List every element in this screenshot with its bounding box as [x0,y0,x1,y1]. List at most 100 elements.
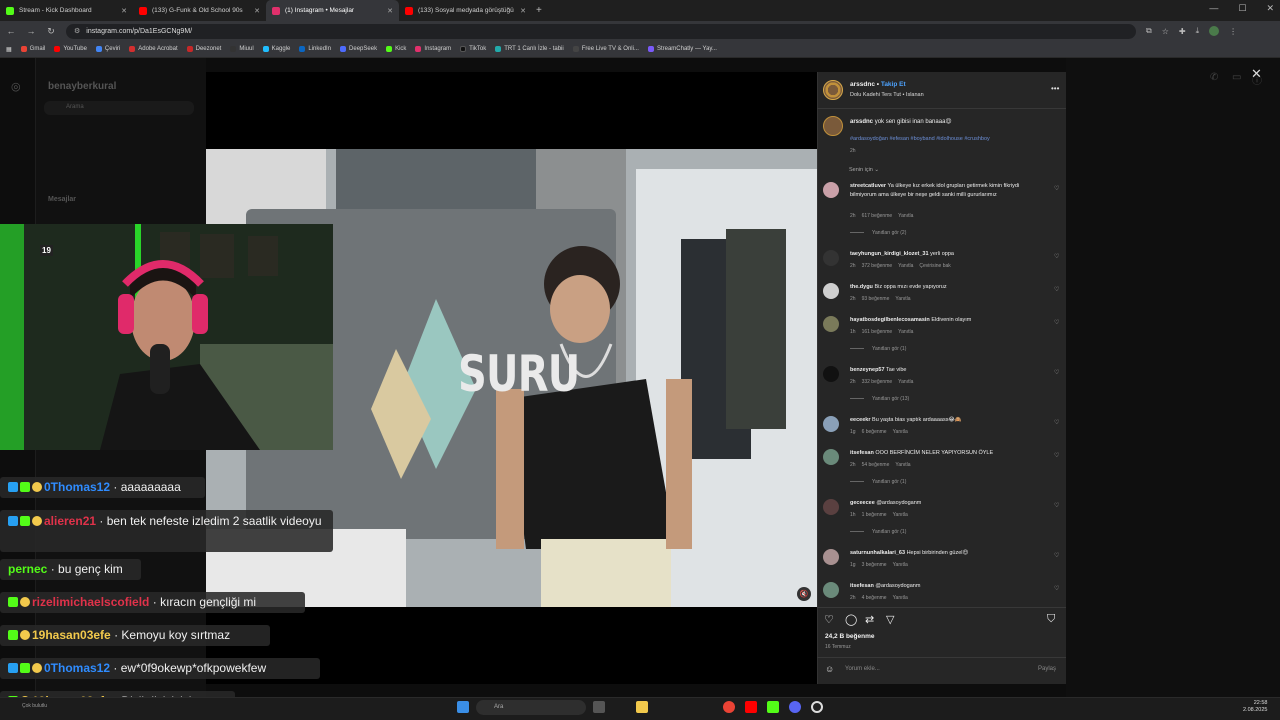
view-replies-button[interactable]: Yanıtları gör (2) [850,230,906,236]
commenter-avatar[interactable] [823,250,839,266]
like-heart-icon[interactable]: ♡ [824,613,834,626]
author-avatar[interactable] [823,80,843,100]
minimize-icon[interactable]: — [1209,3,1218,14]
comment-like-icon[interactable]: ♡ [1054,253,1059,260]
reply-button[interactable]: Yanıtla [893,512,908,518]
commenter-avatar[interactable] [823,549,839,565]
close-tab-icon[interactable]: ✕ [520,7,526,15]
close-modal-icon[interactable]: ✕ [1251,66,1262,82]
bookmark-streamchatly[interactable]: StreamChatly — Yay... [647,46,717,52]
commenter-avatar[interactable] [823,499,839,515]
commenter-username[interactable]: eeceekr [850,417,871,423]
comment-likes[interactable]: 3 beğenme [862,562,887,568]
forward-icon[interactable]: → [26,26,36,36]
browser-tab-youtube-news[interactable]: (133) Sosyal medyada görüştüğü ✕ [399,0,532,21]
reply-button[interactable]: Yanıtla [895,296,910,302]
extensions-icon[interactable]: ✚ [1179,27,1186,36]
comment-likes[interactable]: 93 beğenme [862,296,890,302]
commenter-username[interactable]: hayatbosdegilbenlecosamasin [850,317,930,323]
caption-avatar[interactable] [823,116,843,136]
comment-like-icon[interactable]: ♡ [1054,369,1059,376]
bookmark-kick[interactable]: Kick [386,46,406,52]
bookmark-translate[interactable]: Çeviri [95,46,120,52]
commenter-username[interactable]: geceecee [850,500,875,506]
reply-button[interactable]: Yanıtla [898,379,913,385]
commenter-username[interactable]: streetcatluver [850,183,886,189]
close-tab-icon[interactable]: ✕ [121,7,127,15]
comment-like-icon[interactable]: ♡ [1054,452,1059,459]
commenter-avatar[interactable] [823,582,839,598]
view-replies-button[interactable]: Yanıtları gör (1) [850,346,906,352]
comment-likes[interactable]: 54 beğenme [862,462,890,468]
bookmark-kaggle[interactable]: Kaggle [262,46,290,52]
instagram-logo-icon[interactable]: ◎ [11,80,21,93]
bookmark-instagram[interactable]: Instagram [415,46,451,52]
weather-widget[interactable]: Çok bulutlu [22,703,47,709]
comment-like-icon[interactable]: ♡ [1054,419,1059,426]
chrome-icon[interactable] [723,701,735,713]
commenter-username[interactable]: saturnunhalkalari_63 [850,550,905,556]
taskbar-search[interactable]: Ara [476,700,586,715]
bookmark-deepseek[interactable]: DeepSeek [340,46,377,52]
new-tab-button[interactable]: + [536,5,542,16]
commenter-avatar[interactable] [823,449,839,465]
more-options-icon[interactable]: ••• [1051,84,1059,93]
comment-like-icon[interactable]: ♡ [1054,319,1059,326]
start-windows-icon[interactable] [457,701,469,713]
view-replies-button[interactable]: Yanıtları gör (1) [850,529,906,535]
bookmark-deezonet[interactable]: Deezonet [186,46,221,52]
install-app-icon[interactable]: ⧉ [1146,26,1152,36]
menu-kebab-icon[interactable]: ⋮ [1229,27,1237,36]
maximize-icon[interactable]: ☐ [1238,3,1246,14]
reply-button[interactable]: Yanıtla [895,462,910,468]
profile-avatar[interactable] [1209,26,1220,36]
reply-button[interactable]: Yanıtla [898,213,913,219]
reply-button[interactable]: Yanıtla [898,263,913,269]
system-clock[interactable]: 22:58 2.08.2025 [1243,700,1267,714]
commenter-username[interactable]: benzeynep57 [850,367,885,373]
comment-bubble-icon[interactable]: ◯ [845,613,857,626]
repost-icon[interactable]: ⇄ [865,613,874,626]
instagram-username[interactable]: benayberkural [48,81,116,92]
bookmark-linkedin[interactable]: LinkedIn [299,46,331,52]
comment-like-icon[interactable]: ♡ [1054,185,1059,192]
apps-grid-icon[interactable]: ▦ [6,46,12,53]
audio-track[interactable]: Dolu Kadehi Ters Tut • Islanan [850,92,924,98]
downloads-icon[interactable]: ⤓ [1196,26,1200,36]
reply-button[interactable]: Yanıtla [893,562,908,568]
kick-app-icon[interactable] [767,701,779,713]
emoji-icon[interactable]: ☺ [825,664,834,674]
like-count[interactable]: 24,2 B beğenme [825,633,875,640]
youtube-app-icon[interactable] [745,701,757,713]
bookmark-miuul[interactable]: Miuul [230,46,254,52]
bookmark-acrobat[interactable]: Adobe Acrobat [129,46,178,52]
obs-icon[interactable] [811,701,823,713]
mute-icon[interactable]: 🔇 [797,587,811,601]
comment-likes[interactable]: 332 beğenme [862,379,893,385]
bookmark-star-icon[interactable]: ☆ [1162,27,1169,36]
commenter-username[interactable]: itsefesan [850,450,874,456]
call-icon[interactable]: ✆ [1210,72,1218,83]
messages-search-input[interactable]: Arama [44,101,194,115]
comment-likes[interactable]: 4 beğenme [862,595,887,601]
address-bar[interactable]: ⚙ instagram.com/p/Da1EsGCNg9M/ [66,23,1136,39]
save-bookmark-icon[interactable]: ⛉ [1047,613,1055,626]
commenter-avatar[interactable] [823,366,839,382]
comment-like-icon[interactable]: ♡ [1054,502,1059,509]
reload-icon[interactable]: ↻ [46,26,56,37]
reply-button[interactable]: Yanıtla [893,595,908,601]
post-comment-button[interactable]: Paylaş [1038,666,1056,672]
commenter-avatar[interactable] [823,283,839,299]
bookmark-freelivetv[interactable]: Free Live TV & Onli... [572,46,639,52]
discord-icon[interactable] [789,701,801,713]
commenter-username[interactable]: the.dygu [850,284,873,290]
bookmark-tiktok[interactable]: TikTok [460,46,486,52]
comment-like-icon[interactable]: ♡ [1054,552,1059,559]
see-translation-button[interactable]: Çevirisine bak [919,263,950,269]
browser-tab-youtube-gfunk[interactable]: (133) G-Funk & Old School 90s ✕ [133,0,266,21]
commenter-avatar[interactable] [823,416,839,432]
comment-likes[interactable]: 161 beğenme [862,329,893,335]
share-send-icon[interactable]: ▽ [886,613,894,626]
commenter-avatar[interactable] [823,316,839,332]
file-explorer-icon[interactable] [636,701,648,713]
